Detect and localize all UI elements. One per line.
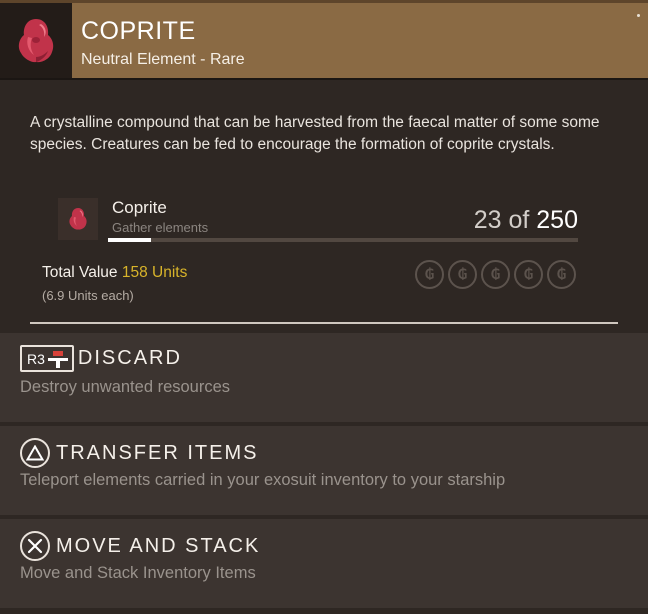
units-icons-row: ₲ ₲ ₲ ₲ ₲ — [415, 260, 576, 289]
header-separator — [0, 78, 648, 80]
action-move-header: MOVE AND STACK — [20, 531, 260, 561]
total-value-label: Total Value — [42, 264, 118, 281]
item-description: A crystalline compound that can be harve… — [30, 114, 600, 153]
units-icon: ₲ — [415, 260, 444, 289]
units-icon: ₲ — [448, 260, 477, 289]
resource-count-current: 23 — [473, 206, 502, 234]
resource-count-separator: of — [508, 206, 530, 234]
action-move-description: Move and Stack Inventory Items — [20, 564, 256, 582]
item-tooltip-panel: COPRITE Neutral Element - Rare A crystal… — [0, 0, 648, 614]
action-discard[interactable]: R3 DISCARD Destroy unwanted resources — [0, 333, 648, 422]
action-move-label: MOVE AND STACK — [56, 534, 261, 557]
action-transfer-items[interactable]: TRANSFER ITEMS Teleport elements carried… — [0, 426, 648, 515]
coprite-crystal-icon — [18, 18, 54, 62]
action-transfer-label: TRANSFER ITEMS — [56, 441, 259, 464]
item-header: COPRITE Neutral Element - Rare — [0, 0, 648, 78]
action-discard-header: R3 DISCARD — [20, 345, 182, 372]
item-title: COPRITE — [81, 17, 196, 45]
units-icon: ₲ — [547, 260, 576, 289]
section-divider — [30, 322, 618, 324]
resource-count: 23 of 250 — [474, 206, 578, 235]
item-icon-box — [0, 3, 72, 78]
action-transfer-header: TRANSFER ITEMS — [20, 438, 258, 468]
r3-button: R3 — [20, 345, 74, 372]
units-icon: ₲ — [514, 260, 543, 289]
action-transfer-description: Teleport elements carried in your exosui… — [20, 471, 506, 489]
cross-button-icon — [20, 531, 50, 561]
action-discard-description: Destroy unwanted resources — [20, 378, 231, 396]
resource-progress-fill — [108, 238, 152, 242]
triangle-button-icon — [20, 438, 50, 468]
action-move-and-stack[interactable]: MOVE AND STACK Move and Stack Inventory … — [0, 519, 648, 608]
r3-button-label: R3 — [27, 350, 45, 367]
resource-icon-box — [58, 198, 98, 240]
header-top-strip — [0, 0, 648, 3]
resource-hint: Gather elements — [112, 220, 209, 235]
coprite-small-icon — [69, 208, 87, 230]
corner-marker — [637, 14, 640, 17]
resource-name: Coprite — [112, 198, 167, 217]
resource-count-max: 250 — [536, 206, 578, 234]
total-value: Total Value 158 Units — [42, 264, 187, 282]
action-discard-label: DISCARD — [77, 347, 182, 369]
total-value-units: 158 Units — [121, 264, 188, 281]
item-category: Neutral Element - Rare — [81, 51, 245, 68]
unit-value-each: (6.9 Units each) — [42, 288, 134, 303]
units-icon: ₲ — [481, 260, 510, 289]
r3-stick-icon — [47, 350, 68, 368]
resource-progress-bar — [108, 238, 578, 242]
